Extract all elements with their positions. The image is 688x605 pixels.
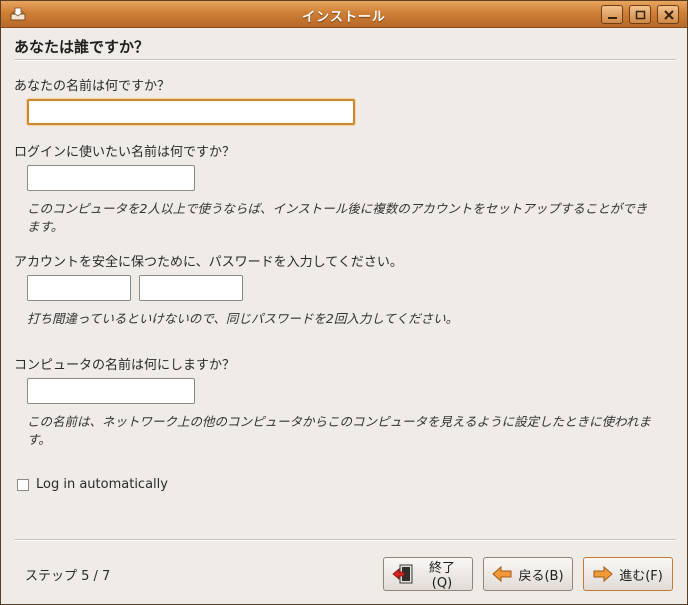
computer-name-input[interactable] [27,378,195,404]
full-name-input[interactable] [27,99,355,125]
password-hint: 打ち間違っているといけないので、同じパスワードを2回入力してください。 [27,311,459,326]
bottom-divider [14,539,676,541]
next-button[interactable]: 進む(F) [583,557,673,591]
quit-icon [392,564,413,584]
page-title: あなたは誰ですか？ [14,38,150,56]
login-name-input[interactable] [27,165,195,191]
step-indicator: ステップ 5 / 7 [25,569,111,584]
password-confirm-input[interactable] [139,275,243,301]
arrow-left-icon [492,565,512,583]
full-name-label: あなたの名前は何ですか？ [14,79,171,94]
installer-window: インストール あなたは誰ですか？ あなたの名前は何ですか？ ログインに使いたい名… [0,0,688,605]
login-hint-line1: このコンピュータを2人以上で使うならば、インストール後に複数のアカウントをセット… [27,201,648,216]
back-button-label: 戻る(B) [518,568,564,584]
maximize-icon [635,10,646,20]
quit-button-label: 終了(Q) [428,561,455,591]
window-title: インストール [302,10,386,25]
title-bar[interactable]: インストール [1,1,687,28]
arrow-right-icon [593,565,613,583]
close-icon [664,10,674,20]
next-button-label: 進む(F) [619,568,663,584]
login-name-label: ログインに使いたい名前は何ですか？ [14,145,236,160]
password-label: アカウントを安全に保つために、パスワードを入力してください。 [14,255,403,270]
computer-name-label: コンピュータの名前は何にしますか？ [14,358,236,373]
computer-hint-line1: この名前は、ネットワーク上の他のコンピュータからこのコンピュータを見えるように設… [27,414,652,429]
quit-button[interactable]: 終了(Q) [383,557,473,591]
autologin-checkbox[interactable] [17,479,29,491]
close-button[interactable] [657,5,679,24]
autologin-label[interactable]: Log in automatically [36,477,168,492]
minimize-button[interactable] [601,5,623,24]
password-input[interactable] [27,275,131,301]
computer-hint-line2: す。 [27,432,51,447]
back-button[interactable]: 戻る(B) [483,557,573,591]
login-hint-line2: ます。 [27,219,64,234]
minimize-icon [608,17,617,19]
top-divider [14,59,676,61]
maximize-button[interactable] [629,5,651,24]
